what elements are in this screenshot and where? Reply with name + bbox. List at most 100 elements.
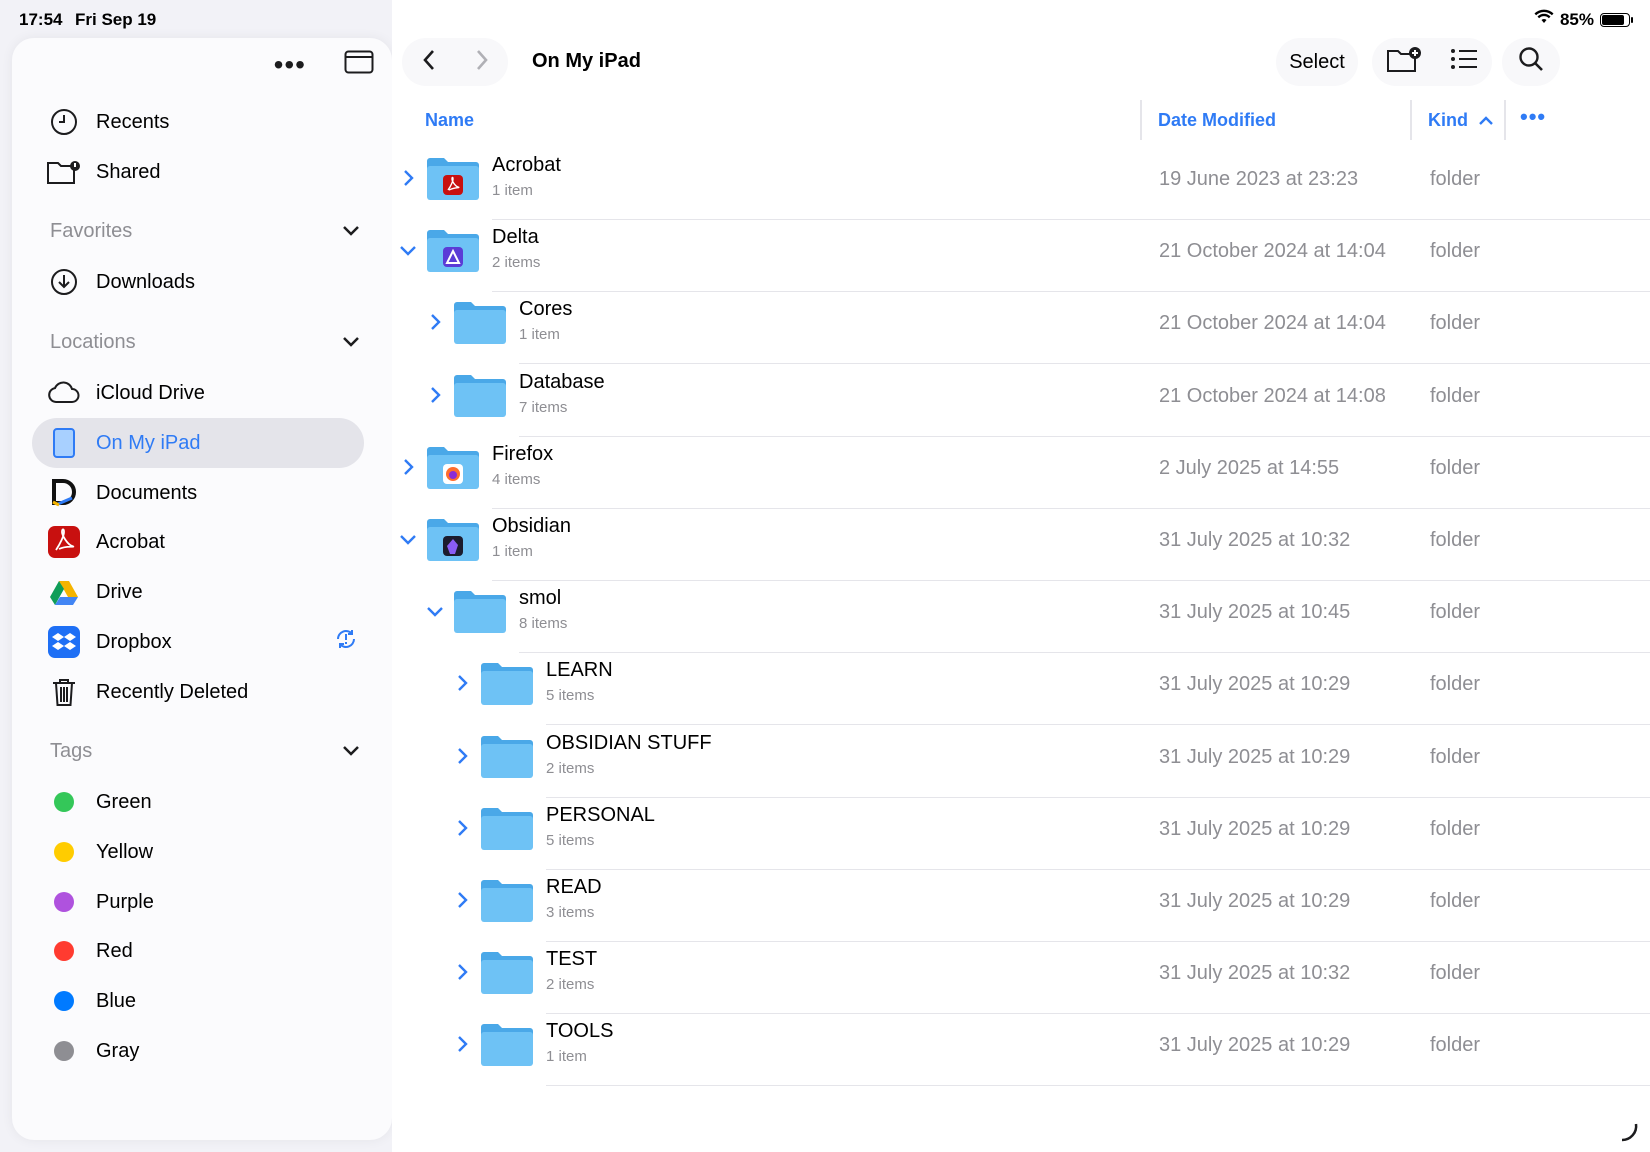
chevron-down-icon[interactable] <box>342 331 360 354</box>
chevron-down-icon[interactable] <box>398 240 418 260</box>
sidebar-item-dropbox[interactable]: Dropbox <box>32 617 364 667</box>
new-folder-icon[interactable] <box>1386 45 1422 79</box>
column-header-date[interactable]: Date Modified <box>1158 110 1276 131</box>
table-row[interactable]: Obsidian 1 item 31 July 2025 at 10:32 folde… <box>392 505 1650 581</box>
sidebar-item-acrobat[interactable]: Acrobat <box>32 517 364 567</box>
table-row[interactable]: Firefox 4 items 2 July 2025 at 14:55 folder <box>392 433 1650 509</box>
chevron-right-icon[interactable] <box>452 673 472 693</box>
acrobat-app-icon <box>46 524 82 560</box>
chevron-right-icon[interactable] <box>452 818 472 838</box>
table-row[interactable]: Database 7 items 21 October 2024 at 14:08 f… <box>392 361 1650 437</box>
sidebar-item-label: Documents <box>96 481 198 504</box>
table-row[interactable]: LEARN 5 items 31 July 2025 at 10:29 folder <box>392 649 1650 726</box>
table-row[interactable]: Acrobat 1 item 19 June 2023 at 23:23 folder <box>392 144 1650 220</box>
list-view-icon[interactable] <box>1450 48 1478 76</box>
chevron-right-icon[interactable] <box>425 312 445 332</box>
table-row[interactable]: TEST 2 items 31 July 2025 at 10:32 folder <box>392 938 1650 1015</box>
file-name: Acrobat <box>492 154 561 176</box>
chevron-down-icon[interactable] <box>398 529 418 549</box>
chevron-down-icon[interactable] <box>342 740 360 763</box>
column-options-icon[interactable]: ••• <box>1520 104 1546 130</box>
table-row[interactable]: Delta 2 items 21 October 2024 at 14:04 fold… <box>392 216 1650 293</box>
google-drive-icon <box>46 574 82 610</box>
sidebar-item-on-my-ipad[interactable]: On My iPad <box>32 418 364 468</box>
search-button[interactable] <box>1502 38 1560 86</box>
ipad-icon <box>46 425 82 461</box>
table-row[interactable]: OBSIDIAN STUFF 2 items 31 July 2025 at 10:… <box>392 722 1650 798</box>
table-row[interactable]: TOOLS 1 item 31 July 2025 at 10:29 folder <box>392 1010 1650 1087</box>
date-modified: 31 July 2025 at 10:29 <box>1159 817 1351 840</box>
tag-gray[interactable]: Gray <box>32 1026 364 1076</box>
more-icon[interactable]: ••• <box>274 50 306 78</box>
folder-icon <box>453 373 507 419</box>
sidebar-item-recently-deleted[interactable]: Recently Deleted <box>32 667 364 717</box>
chevron-right-icon[interactable] <box>452 1034 472 1054</box>
sidebar-item-documents[interactable]: Documents <box>32 468 364 518</box>
column-header-name[interactable]: Name <box>425 110 474 131</box>
table-row[interactable]: Cores 1 item 21 October 2024 at 14:04 folde… <box>392 288 1650 365</box>
forward-icon[interactable] <box>474 48 490 77</box>
chevron-right-icon[interactable] <box>452 890 472 910</box>
chevron-down-icon[interactable] <box>342 220 360 243</box>
chevron-right-icon[interactable] <box>398 457 418 477</box>
clock-icon <box>46 104 82 140</box>
select-button[interactable]: Select <box>1276 38 1358 86</box>
column-header-kind[interactable]: Kind <box>1428 110 1494 131</box>
column-separator[interactable] <box>1140 100 1142 140</box>
table-row[interactable]: smol 8 items 31 July 2025 at 10:45 folder <box>392 577 1650 654</box>
sidebar-item-label: Recently Deleted <box>96 680 249 703</box>
date-modified: 31 July 2025 at 10:29 <box>1159 1034 1351 1057</box>
date-modified: 31 July 2025 at 10:29 <box>1159 745 1351 768</box>
tag-yellow[interactable]: Yellow <box>32 827 364 877</box>
section-title: Locations <box>50 331 136 353</box>
sidebar-item-drive[interactable]: Drive <box>32 567 364 617</box>
date-modified: 31 July 2025 at 10:32 <box>1159 962 1351 985</box>
chevron-right-icon[interactable] <box>425 385 445 405</box>
sidebar-item-label: Acrobat <box>96 530 165 553</box>
chevron-right-icon[interactable] <box>452 746 472 766</box>
kind: folder <box>1430 168 1481 190</box>
tag-green[interactable]: Green <box>32 777 364 827</box>
tag-purple[interactable]: Purple <box>32 877 364 927</box>
download-icon <box>46 264 82 300</box>
folder-icon <box>426 517 480 563</box>
chevron-down-icon[interactable] <box>425 601 445 621</box>
sidebar-item-shared[interactable]: Shared <box>32 147 364 197</box>
tag-red[interactable]: Red <box>32 926 364 976</box>
column-separator[interactable] <box>1504 100 1506 140</box>
date-modified: 21 October 2024 at 14:04 <box>1159 240 1386 263</box>
folder-icon <box>453 300 507 346</box>
tags-section-header[interactable]: Tags <box>50 740 360 763</box>
status-time: 17:54 <box>19 10 63 29</box>
kind: folder <box>1430 745 1481 768</box>
sidebar-toggle-icon[interactable] <box>344 50 374 79</box>
column-separator[interactable] <box>1410 100 1412 140</box>
row-divider <box>546 1085 1650 1087</box>
folder-icon <box>426 228 480 274</box>
table-row[interactable]: READ 3 items 31 July 2025 at 10:29 folder <box>392 866 1650 942</box>
sidebar-item-recents[interactable]: Recents <box>32 97 364 147</box>
table-row[interactable]: PERSONAL 5 items 31 July 2025 at 10:29 fold… <box>392 794 1650 870</box>
toolbar-group <box>1372 38 1492 86</box>
chevron-right-icon[interactable] <box>452 962 472 982</box>
favorites-section-header[interactable]: Favorites <box>50 220 360 243</box>
tag-dot-icon <box>54 991 74 1011</box>
item-count: 1 item <box>519 326 560 344</box>
item-count: 2 items <box>546 759 595 777</box>
section-title: Tags <box>50 740 93 762</box>
chevron-right-icon[interactable] <box>398 168 418 188</box>
sidebar: ••• Recents Shared Favorites Downloads L… <box>12 38 392 1140</box>
item-count: 3 items <box>546 904 595 921</box>
sidebar-item-label: Recents <box>96 110 170 133</box>
back-icon[interactable] <box>421 48 437 77</box>
sidebar-item-icloud-drive[interactable]: iCloud Drive <box>32 368 364 418</box>
item-count: 7 items <box>519 398 568 416</box>
item-count: 2 items <box>546 976 595 994</box>
chevron-up-icon <box>1478 110 1494 131</box>
folder-icon <box>480 1022 534 1068</box>
sidebar-item-downloads[interactable]: Downloads <box>32 257 364 307</box>
tag-blue[interactable]: Blue <box>32 976 364 1026</box>
file-name: LEARN <box>546 659 613 682</box>
dropbox-app-icon <box>46 624 82 660</box>
locations-section-header[interactable]: Locations <box>50 331 360 354</box>
